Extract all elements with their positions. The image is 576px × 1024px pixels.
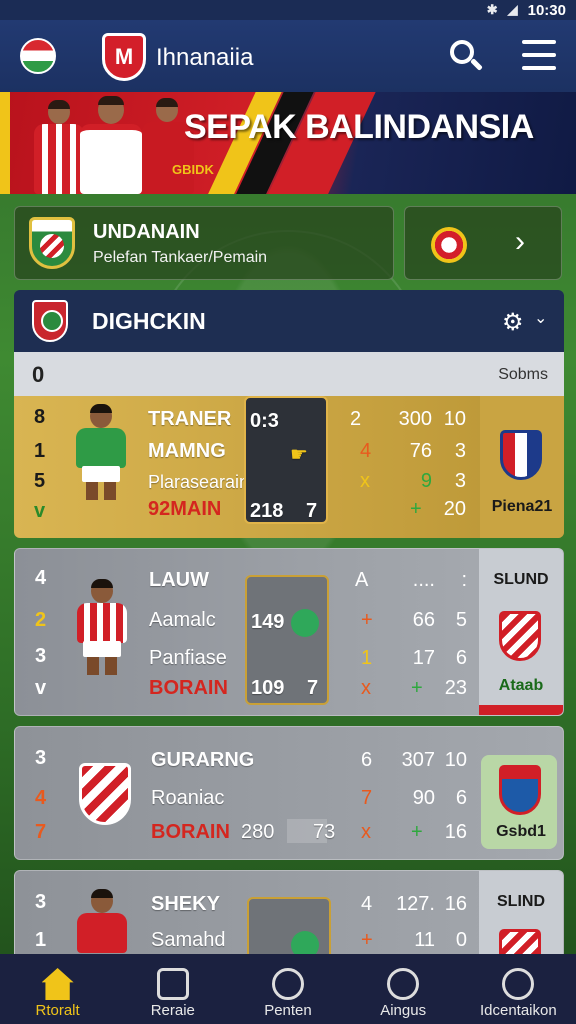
player-line: BORAIN — [151, 821, 230, 843]
team-side-panel: SLUND Ataab — [479, 549, 563, 715]
nav-label: Penten — [264, 1002, 312, 1019]
brand-logo: M — [102, 33, 146, 81]
section-header: DIGHCKIN ⚙ ⌄ — [14, 290, 564, 352]
nav-label: Reraie — [150, 1002, 195, 1019]
banner-subtitle: GBIDK — [172, 162, 214, 177]
player-avatar — [65, 579, 137, 675]
shield-icon — [156, 968, 189, 1000]
nav-reraie[interactable]: Reraie — [115, 954, 230, 1024]
rank: 1 — [34, 440, 46, 462]
app-bar: M Ihnanaiia — [0, 20, 576, 92]
rank: 3 — [35, 645, 47, 667]
bluetooth-icon: ✱ — [486, 2, 498, 17]
player-name: TRANER — [148, 408, 232, 430]
banner-title: SEPAK BALINDANSIA — [184, 108, 534, 146]
player-avatar — [64, 404, 136, 500]
rank: 3 — [35, 747, 47, 769]
score-box[interactable] — [247, 897, 331, 959]
status-time: 10:30 — [527, 1, 566, 19]
team-crest-icon — [499, 765, 541, 815]
league-title: UNDANAIN — [93, 221, 200, 243]
player-line: Plarasearain — [148, 472, 250, 492]
player-line: Roaniac — [151, 787, 225, 809]
nav-label: Rtoralt — [35, 1002, 80, 1019]
rank: 5 — [34, 470, 46, 492]
rank: 3 — [35, 891, 47, 913]
player-name: GURARNG — [151, 749, 255, 771]
flag-icon[interactable] — [20, 38, 56, 74]
match-card[interactable]: 3 1 SHEKY Samahd 4 127. 16 + 11 0 SLIND — [14, 870, 564, 960]
rank: 7 — [35, 821, 47, 843]
signal-icon: ◢ — [507, 2, 518, 17]
player-line: 92MAIN — [148, 498, 222, 520]
nav-profile[interactable]: Idcentaikon — [461, 954, 576, 1024]
match-card[interactable]: 8 1 5 v TRANER MAMNG Plarasearain 92MAIN… — [14, 396, 564, 538]
nav-label: Aingus — [380, 1002, 427, 1019]
team-side-panel: Gsbd1 — [479, 727, 563, 859]
menu-button[interactable] — [522, 40, 556, 70]
nav-aingus[interactable]: Aingus — [346, 954, 461, 1024]
rank: v — [34, 500, 46, 522]
match-card[interactable]: 4 2 3 v LAUW Aamalc Panfiase BORAIN 149 … — [14, 548, 564, 716]
rank: 8 — [34, 406, 46, 428]
section-crest-icon — [32, 300, 68, 342]
rank: 2 — [35, 609, 47, 631]
player-name: LAUW — [149, 569, 209, 591]
player-name: SHEKY — [151, 893, 220, 915]
league-subtitle: Pelefan Tankaer/Pemain — [93, 249, 268, 266]
gear-icon[interactable]: ⚙ — [502, 308, 524, 337]
bottom-navigation: Rtoralt Reraie Penten Aingus Idcentaikon — [0, 954, 576, 1024]
league-card[interactable]: UNDANAIN Pelefan Tankaer/Pemain — [14, 206, 394, 280]
app-title: Ihnanaiia — [156, 44, 254, 71]
player-line: MAMNG — [148, 440, 226, 462]
team-side-panel: Piena21 — [480, 396, 564, 538]
chevron-down-icon[interactable]: ⌄ — [534, 308, 547, 328]
nav-home[interactable]: Rtoralt — [0, 954, 115, 1024]
hand-icon: ☛ — [290, 444, 308, 466]
player-line: Panfiase — [149, 647, 227, 669]
team-side-panel: SLIND — [479, 871, 563, 959]
league-next-button[interactable]: › — [404, 206, 562, 280]
home-icon — [41, 968, 74, 1000]
clock-icon — [271, 968, 304, 1000]
score-box[interactable]: 0:3 ☛ 218 7 — [244, 396, 328, 524]
team-crest-icon — [500, 430, 542, 480]
league-crest-icon — [29, 217, 75, 269]
section-title: DIGHCKIN — [92, 308, 206, 334]
match-card[interactable]: 3 4 7 GURARNG Roaniac BORAIN 280 73 6 30… — [14, 726, 564, 860]
player-line: BORAIN — [149, 677, 228, 699]
ball-icon — [291, 609, 319, 637]
rank: 4 — [35, 567, 47, 589]
hero-banner[interactable]: SEPAK BALINDANSIA GBIDK — [0, 92, 576, 194]
table-header: 0 Sobms — [14, 352, 564, 396]
score-left: 280 — [241, 821, 275, 843]
rank: 1 — [35, 929, 47, 951]
search-button[interactable] — [446, 36, 486, 76]
club-crest-icon — [431, 227, 467, 263]
score-right: 73 — [313, 821, 336, 843]
status-bar: ✱ ◢ 10:30 — [0, 0, 576, 20]
nav-label: Idcentaikon — [479, 1002, 557, 1019]
chevron-right-icon: › — [515, 225, 525, 258]
player-line: Samahd — [151, 929, 226, 951]
score-box[interactable]: 149 109 7 — [245, 575, 329, 705]
rank: 4 — [35, 787, 47, 809]
nav-penten[interactable]: Penten — [230, 954, 345, 1024]
table-header-right: Sobms — [498, 366, 548, 383]
rank: v — [35, 677, 47, 699]
player-avatar — [65, 889, 137, 959]
team-crest-icon — [499, 611, 541, 661]
table-header-rank: 0 — [32, 362, 45, 387]
user-group-icon — [387, 968, 420, 1000]
player-line: Aamalc — [149, 609, 216, 631]
club-crest-icon — [79, 763, 131, 825]
profile-icon — [502, 968, 535, 1000]
